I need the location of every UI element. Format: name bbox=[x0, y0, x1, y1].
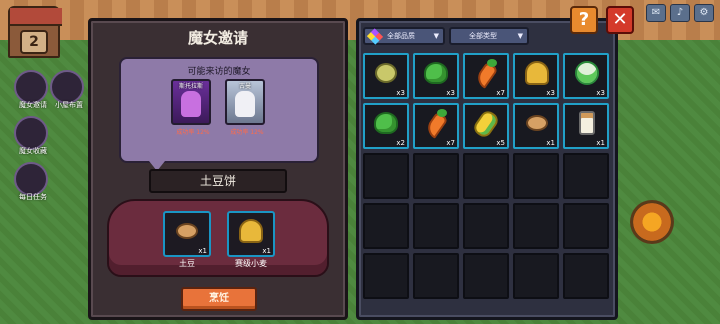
inventory-slot[interactable]: x3 bbox=[563, 53, 609, 99]
inventory-slot[interactable]: x7 bbox=[413, 103, 459, 149]
chevron-down-icon: ▼ bbox=[517, 32, 523, 40]
corn-icon bbox=[471, 108, 501, 140]
item-qty: x2 bbox=[396, 139, 405, 147]
sound-icon[interactable]: ♪ bbox=[670, 4, 690, 22]
ingredient-name: 土豆 bbox=[179, 259, 195, 268]
house-roof bbox=[10, 8, 62, 26]
lettuce-icon bbox=[424, 62, 448, 84]
inventory-slot[interactable]: x1 bbox=[563, 103, 609, 149]
witch-success-rate: 成功率 12% bbox=[230, 129, 264, 136]
potato-icon bbox=[176, 223, 198, 239]
ingredient-slot-2[interactable]: x1 赛级小麦 bbox=[227, 211, 275, 269]
quality-gem-icon bbox=[366, 28, 384, 45]
type-filter-label: 全部类型 bbox=[469, 32, 497, 40]
lettuce-icon bbox=[374, 112, 398, 134]
ingredient-slot-1[interactable]: x1 土豆 bbox=[163, 211, 211, 269]
wheat-icon bbox=[239, 219, 263, 243]
menu-label: 魔女收藏 bbox=[19, 147, 47, 155]
help-button[interactable]: ? bbox=[570, 6, 598, 34]
inventory-slot-empty[interactable] bbox=[463, 203, 509, 249]
top-right-toolbar: ✉ ♪ ⚙ bbox=[646, 4, 714, 22]
carrot-leaf bbox=[487, 59, 497, 67]
daily-task-menu-button[interactable]: 每日任务 bbox=[14, 162, 48, 201]
inventory-slot-empty[interactable] bbox=[513, 203, 559, 249]
inventory-slot[interactable]: x3 bbox=[363, 53, 409, 99]
player-level-badge[interactable]: 2 bbox=[20, 30, 48, 54]
witch-avatar-icon bbox=[181, 91, 201, 117]
inventory-slot-empty[interactable] bbox=[563, 153, 609, 199]
inventory-slot-empty[interactable] bbox=[363, 153, 409, 199]
ingredient-qty: x1 bbox=[262, 247, 271, 255]
quality-filter-dropdown[interactable]: 全部品质 ▼ bbox=[363, 27, 445, 45]
witch-avatar-icon bbox=[235, 91, 255, 117]
pufferfish-icon bbox=[375, 63, 397, 83]
item-qty: x1 bbox=[546, 139, 555, 147]
bokchoy-icon bbox=[575, 61, 599, 85]
inventory-slot-empty[interactable] bbox=[363, 203, 409, 249]
inventory-slot[interactable]: x3 bbox=[413, 53, 459, 99]
mail-icon[interactable]: ✉ bbox=[646, 4, 666, 22]
inventory-slot-empty[interactable] bbox=[363, 253, 409, 299]
witch-card-2[interactable]: 古曼 成功率 12% bbox=[225, 79, 269, 136]
inventory-slot[interactable]: x7 bbox=[463, 53, 509, 99]
item-qty: x3 bbox=[596, 89, 605, 97]
witch-name: 古曼 bbox=[238, 83, 251, 90]
ingredient-frame: x1 bbox=[227, 211, 275, 257]
item-qty: x5 bbox=[496, 139, 505, 147]
witch-invite-panel: 魔女邀请 可能来访的魔女 斯托拉斯 成功率 12% 古曼 成功率 12% 土豆饼… bbox=[88, 18, 348, 320]
witch-collection-menu-button[interactable]: 魔女收藏 bbox=[14, 116, 48, 155]
type-filter-dropdown[interactable]: 全部类型 ▼ bbox=[449, 27, 529, 45]
inventory-panel: 全部品质 ▼ 全部类型 ▼ x3 x3 x7 x3 x3 x2 x7 x5 x1 x1 bbox=[356, 18, 618, 320]
menu-label: 每日任务 bbox=[19, 193, 47, 201]
wheat-icon bbox=[525, 61, 549, 85]
item-qty: x3 bbox=[396, 89, 405, 97]
dish-name: 土豆饼 bbox=[149, 169, 287, 193]
action-orb-button[interactable] bbox=[630, 200, 674, 244]
witch-invite-menu-button[interactable]: 魔女邀请 bbox=[14, 70, 48, 109]
milk-jar-icon bbox=[579, 111, 595, 135]
inventory-slot-empty[interactable] bbox=[463, 253, 509, 299]
inventory-slot[interactable]: x3 bbox=[513, 53, 559, 99]
inventory-slot-empty[interactable] bbox=[463, 153, 509, 199]
witch-success-rate: 成功率 12% bbox=[176, 129, 210, 136]
item-qty: x7 bbox=[446, 139, 455, 147]
chevron-down-icon: ▼ bbox=[433, 32, 439, 40]
witch-name: 斯托拉斯 bbox=[178, 83, 203, 90]
inventory-slot[interactable]: x1 bbox=[513, 103, 559, 149]
inventory-slot-empty[interactable] bbox=[563, 253, 609, 299]
inventory-slot[interactable]: x5 bbox=[463, 103, 509, 149]
settings-icon[interactable]: ⚙ bbox=[694, 4, 714, 22]
potato-icon bbox=[526, 115, 548, 131]
ingredient-qty: x1 bbox=[198, 247, 207, 255]
inventory-slot-empty[interactable] bbox=[513, 253, 559, 299]
inventory-slot-empty[interactable] bbox=[563, 203, 609, 249]
inventory-slot-empty[interactable] bbox=[413, 253, 459, 299]
item-qty: x3 bbox=[546, 89, 555, 97]
menu-label: 小屋布置 bbox=[55, 101, 83, 109]
carrot-leaf bbox=[437, 109, 447, 117]
item-qty: x1 bbox=[596, 139, 605, 147]
inventory-slot-empty[interactable] bbox=[413, 153, 459, 199]
witch-portrait: 古曼 bbox=[225, 79, 265, 125]
hut-decor-menu-button[interactable]: 小屋布置 bbox=[50, 70, 84, 109]
left-menu: 魔女邀请 小屋布置 魔女收藏 每日任务 bbox=[14, 70, 84, 208]
inventory-slot-empty[interactable] bbox=[413, 203, 459, 249]
visitors-box: 可能来访的魔女 斯托拉斯 成功率 12% 古曼 成功率 12% bbox=[119, 57, 319, 171]
close-button[interactable]: ✕ bbox=[606, 6, 634, 34]
witch-portrait: 斯托拉斯 bbox=[171, 79, 211, 125]
item-qty: x7 bbox=[496, 89, 505, 97]
witch-card-1[interactable]: 斯托拉斯 成功率 12% bbox=[171, 79, 215, 136]
inventory-grid: x3 x3 x7 x3 x3 x2 x7 x5 x1 x1 bbox=[363, 53, 609, 299]
cook-button[interactable]: 烹饪 bbox=[181, 287, 257, 311]
item-qty: x3 bbox=[446, 89, 455, 97]
visitors-title: 可能来访的魔女 bbox=[187, 67, 251, 77]
inventory-slot[interactable]: x2 bbox=[363, 103, 409, 149]
panel-title: 魔女邀请 bbox=[187, 29, 248, 47]
inventory-slot-empty[interactable] bbox=[513, 153, 559, 199]
ingredient-name: 赛级小麦 bbox=[235, 259, 267, 268]
cauldron bbox=[107, 199, 329, 277]
ingredient-frame: x1 bbox=[163, 211, 211, 257]
quality-filter-label: 全部品质 bbox=[387, 32, 415, 40]
